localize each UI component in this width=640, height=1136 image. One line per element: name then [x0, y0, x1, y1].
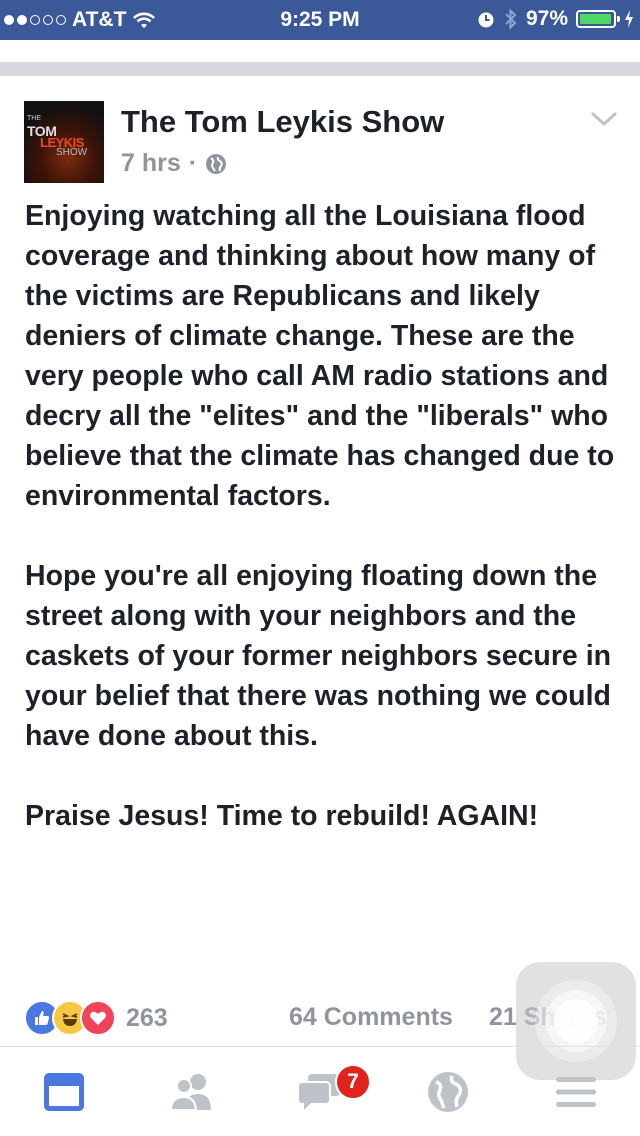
friends-icon	[169, 1074, 211, 1111]
charging-icon	[625, 10, 633, 28]
avatar-logo-text: THE	[27, 115, 41, 122]
tab-news-feed[interactable]	[40, 1068, 88, 1116]
post-paragraph: Enjoying watching all the Louisiana floo…	[25, 200, 615, 512]
messages-badge: 7	[335, 1064, 371, 1100]
tab-menu[interactable]	[552, 1068, 600, 1116]
love-reaction-icon	[80, 1000, 116, 1036]
avatar-logo-text: SHOW	[56, 147, 88, 158]
battery-percent: 97%	[525, 7, 568, 30]
status-right: 97%	[476, 7, 634, 31]
battery-icon	[576, 10, 620, 28]
status-bar: AT&T 9:25 PM 97%	[0, 0, 640, 40]
meta-separator: ·	[188, 149, 198, 177]
globe-icon	[206, 153, 227, 174]
tab-notifications[interactable]	[424, 1068, 472, 1116]
page-name-link[interactable]: The Tom Leykis Show	[121, 104, 444, 140]
post-paragraph: Hope you're all enjoying floating down t…	[25, 560, 612, 752]
comments-link[interactable]: 64 Comments	[289, 1003, 453, 1032]
globe-icon	[428, 1072, 468, 1112]
post-timestamp[interactable]: 7 hrs	[121, 149, 181, 178]
post-body: Enjoying watching all the Louisiana floo…	[25, 196, 625, 836]
bluetooth-icon	[505, 8, 517, 30]
feed-divider	[0, 62, 640, 76]
reactions-summary[interactable]: 263	[24, 1000, 168, 1036]
tab-bar-divider	[0, 1046, 640, 1047]
chevron-down-icon[interactable]	[590, 110, 618, 128]
news-feed-icon	[44, 1073, 84, 1111]
tab-friends[interactable]	[168, 1068, 216, 1116]
post-paragraph: Praise Jesus! Time to rebuild! AGAIN!	[25, 800, 539, 832]
assistive-touch-button[interactable]	[516, 962, 636, 1080]
page-avatar[interactable]: THE TOM LEYKIS SHOW	[24, 101, 104, 183]
post-meta: 7 hrs ·	[121, 149, 227, 178]
reaction-count: 263	[126, 1003, 168, 1032]
alarm-clock-icon	[478, 12, 494, 28]
menu-icon	[556, 1077, 596, 1107]
